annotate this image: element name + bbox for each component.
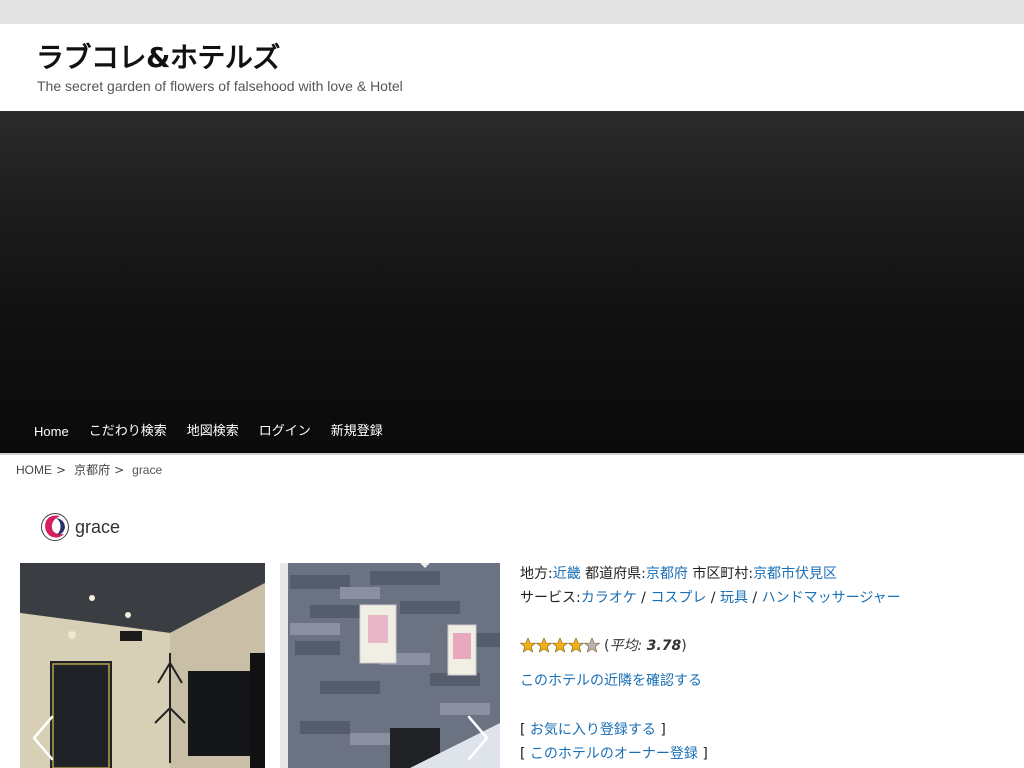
- rating-stars[interactable]: [520, 637, 600, 653]
- star-icon[interactable]: [552, 637, 568, 653]
- city-label: 市区町村: [692, 566, 749, 582]
- breadcrumb-separator: >: [56, 462, 67, 477]
- region-link[interactable]: 近畿: [553, 566, 581, 582]
- star-icon[interactable]: [568, 637, 584, 653]
- nav-item-map-search[interactable]: 地図検索: [177, 413, 249, 451]
- star-icon[interactable]: [520, 637, 536, 653]
- chevron-right-icon[interactable]: [463, 713, 493, 763]
- nav-item-login[interactable]: ログイン: [249, 413, 321, 451]
- nav-item-home[interactable]: Home: [24, 413, 79, 451]
- nav-item-register[interactable]: 新規登録: [321, 413, 393, 451]
- site-description: The secret garden of flowers of falsehoo…: [37, 78, 403, 94]
- star-icon[interactable]: [536, 637, 552, 653]
- slash: /: [641, 590, 646, 606]
- slash: /: [710, 590, 716, 606]
- breadcrumb-home[interactable]: HOME: [16, 463, 52, 477]
- city-link[interactable]: 京都市伏見区: [753, 566, 837, 582]
- nearby-hotels-link[interactable]: このホテルの近隣を確認する: [520, 670, 702, 690]
- service-link-cosplay[interactable]: コスプレ: [650, 590, 706, 606]
- hero-banner: [0, 111, 1024, 454]
- hotel-rating: (平均: 3.78): [520, 635, 687, 655]
- hotel-name: grace: [75, 516, 121, 537]
- paren-close: ): [681, 638, 687, 654]
- prefecture-link[interactable]: 京都府: [646, 566, 688, 582]
- owner-register-link[interactable]: このホテルのオーナー登録: [530, 746, 698, 762]
- star-icon[interactable]: [584, 637, 600, 653]
- favorite-row: [ お気に入り登録する ]: [520, 719, 666, 739]
- nav-item-detail-search[interactable]: こだわり検索: [79, 413, 177, 451]
- service-label: サービス: [520, 590, 576, 606]
- owner-row: [ このホテルのオーナー登録 ]: [520, 743, 708, 763]
- site-title[interactable]: ラブコレ&ホテルズ: [36, 36, 280, 76]
- breadcrumb-prefecture[interactable]: 京都府: [74, 461, 110, 478]
- slash: /: [752, 590, 758, 606]
- hotel-location-row: 地方:近畿 都道府県:京都府 市区町村:京都市伏見区: [520, 563, 901, 587]
- service-link-toys[interactable]: 玩具: [720, 590, 748, 606]
- region-label: 地方: [520, 566, 548, 582]
- chevron-left-icon[interactable]: [28, 713, 58, 763]
- rating-average-label: 平均:: [609, 638, 643, 654]
- breadcrumb: HOME > 京都府 > grace: [16, 461, 162, 478]
- hotel-info: 地方:近畿 都道府県:京都府 市区町村:京都市伏見区 サービス:カラオケ / コ…: [520, 563, 901, 611]
- service-link-hand-massager[interactable]: ハンドマッサージャー: [762, 590, 901, 606]
- service-link-karaoke[interactable]: カラオケ: [581, 590, 637, 606]
- breadcrumb-current: grace: [132, 462, 163, 477]
- bracket-open: [: [520, 746, 526, 762]
- grace-logo-icon: [41, 513, 69, 541]
- bracket-close: ]: [660, 722, 666, 738]
- global-nav: Home こだわり検索 地図検索 ログイン 新規登録: [24, 413, 393, 451]
- breadcrumb-separator: >: [114, 462, 125, 477]
- prefecture-label: 都道府県: [585, 566, 642, 582]
- bracket-open: [: [520, 722, 526, 738]
- add-favorite-link[interactable]: お気に入り登録する: [530, 722, 656, 738]
- nav-divider: [0, 453, 1024, 455]
- rating-average-value: 3.78: [646, 638, 682, 654]
- hotel-heading: grace: [40, 512, 120, 542]
- hotel-services-row: サービス:カラオケ / コスプレ / 玩具 / ハンドマッサージャー: [520, 587, 901, 611]
- bracket-close: ]: [702, 746, 708, 762]
- site-header: ラブコレ&ホテルズ The secret garden of flowers o…: [0, 24, 1024, 111]
- photo-gallery[interactable]: [20, 563, 500, 768]
- rating-average: (平均: 3.78): [604, 635, 687, 655]
- top-bar: [0, 0, 1024, 24]
